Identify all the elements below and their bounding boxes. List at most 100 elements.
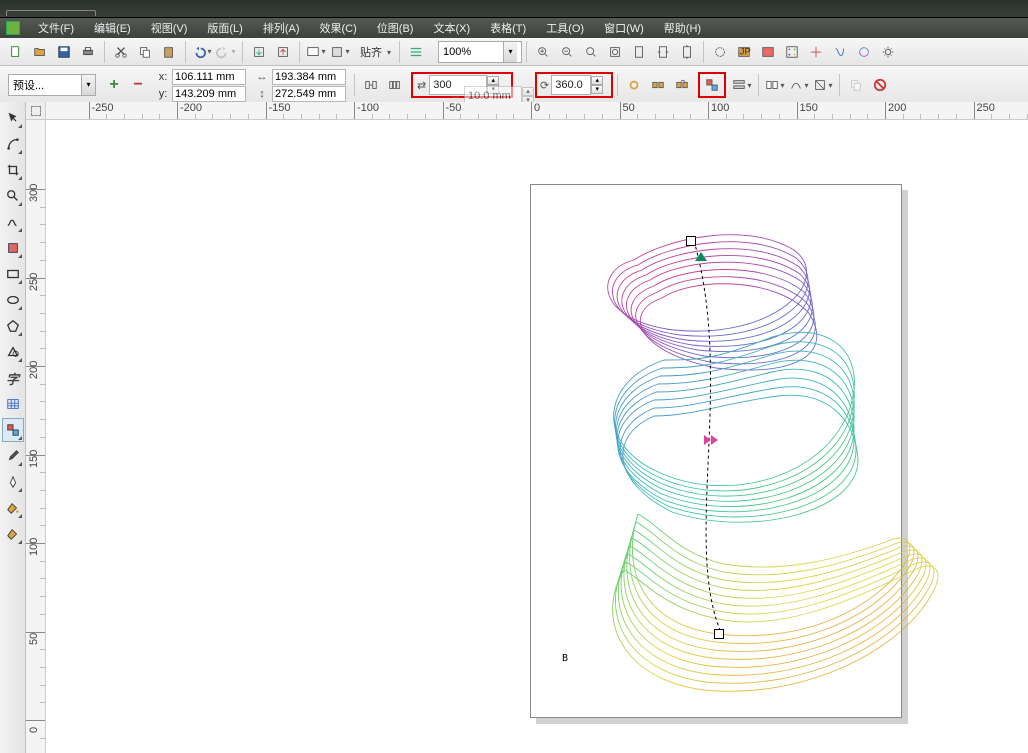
zoom-height-icon[interactable] (676, 41, 698, 63)
options-button[interactable] (405, 41, 427, 63)
menu-layout[interactable]: 版面(L) (197, 18, 252, 38)
angle-input[interactable] (551, 75, 591, 95)
undo-button[interactable] (191, 41, 213, 63)
export-button[interactable] (272, 41, 294, 63)
snap-toggle-icon[interactable] (781, 41, 803, 63)
color-accel-marker[interactable] (704, 435, 716, 445)
separator (399, 41, 400, 63)
interactive-fill-tool[interactable] (2, 522, 24, 546)
zoom-tool[interactable] (2, 184, 24, 208)
node-label: B (562, 653, 568, 664)
angle-down[interactable]: ▾ (591, 85, 603, 94)
steps-up[interactable]: ▴ (487, 76, 499, 85)
object-color-accel-button[interactable] (701, 74, 723, 96)
eyedropper-tool[interactable] (2, 444, 24, 468)
preset-combo[interactable]: ▾ (8, 74, 96, 96)
menu-view[interactable]: 视图(V) (141, 18, 198, 38)
zoom-page-icon[interactable] (628, 41, 650, 63)
width-input[interactable] (272, 69, 346, 85)
ruler-horizontal[interactable]: -250-200-150-100-50050100150200250 (46, 102, 1028, 120)
preset-dropdown-button[interactable]: ▾ (81, 75, 95, 95)
redo-button[interactable] (215, 41, 237, 63)
menu-effects[interactable]: 效果(C) (310, 18, 367, 38)
menu-arrange[interactable]: 排列(A) (253, 18, 310, 38)
export-jpg-icon[interactable]: JPG (733, 41, 755, 63)
blend-end-handle[interactable] (714, 629, 724, 639)
remove-preset-button[interactable]: − (127, 74, 149, 96)
polygon-tool[interactable] (2, 314, 24, 338)
menu-edit[interactable]: 编辑(E) (84, 18, 141, 38)
color-wheel-icon[interactable] (853, 41, 875, 63)
add-preset-button[interactable]: + (103, 74, 125, 96)
print-button[interactable] (77, 41, 99, 63)
ruler-corner[interactable] (26, 102, 46, 120)
menu-help[interactable]: 帮助(H) (654, 18, 711, 38)
export-html-icon[interactable] (757, 41, 779, 63)
menu-window[interactable]: 窗口(W) (594, 18, 654, 38)
more-blend-button[interactable] (812, 74, 834, 96)
new-button[interactable] (5, 41, 27, 63)
basic-shapes-tool[interactable] (2, 340, 24, 364)
toolbox: 字 (0, 102, 26, 753)
clockwise-blend-button[interactable] (671, 74, 693, 96)
blend-artwork[interactable] (534, 210, 952, 740)
zoom-width-icon[interactable] (652, 41, 674, 63)
zoom-combo[interactable]: ▾ (438, 41, 522, 63)
alignment-guides-icon[interactable] (829, 41, 851, 63)
menu-tools[interactable]: 工具(O) (536, 18, 594, 38)
menu-text[interactable]: 文本(X) (423, 18, 480, 38)
angle-spinner[interactable]: ▴▾ (591, 76, 603, 94)
table-tool[interactable] (2, 392, 24, 416)
zoom-dropdown-button[interactable]: ▾ (503, 42, 517, 62)
menu-file[interactable]: 文件(F) (28, 18, 84, 38)
paste-button[interactable] (158, 41, 180, 63)
save-button[interactable] (53, 41, 75, 63)
zoom-input[interactable] (439, 46, 503, 58)
publish-pdf-button[interactable] (305, 41, 327, 63)
preset-input[interactable] (9, 79, 81, 91)
blend-steps-mode-button[interactable] (360, 74, 382, 96)
copy-button[interactable] (134, 41, 156, 63)
show-rulers-icon[interactable] (709, 41, 731, 63)
ellipse-tool[interactable] (2, 288, 24, 312)
x-input[interactable] (172, 69, 246, 85)
height-input[interactable] (272, 86, 346, 102)
rectangle-tool[interactable] (2, 262, 24, 286)
ruler-vertical[interactable]: 300250200150100500 (26, 120, 46, 753)
angle-up[interactable]: ▴ (591, 76, 603, 85)
clear-blend-button[interactable] (869, 74, 891, 96)
smart-fill-tool[interactable] (2, 236, 24, 260)
import-button[interactable] (248, 41, 270, 63)
canvas[interactable]: B (46, 120, 1028, 753)
zoom-in-icon[interactable] (532, 41, 554, 63)
y-input[interactable] (172, 86, 246, 102)
zoom-fit-icon[interactable] (604, 41, 626, 63)
open-button[interactable] (29, 41, 51, 63)
outline-pen-tool[interactable] (2, 470, 24, 494)
start-end-props-button[interactable] (764, 74, 786, 96)
crop-tool[interactable] (2, 158, 24, 182)
menu-table[interactable]: 表格(T) (480, 18, 536, 38)
copy-blend-button[interactable] (845, 74, 867, 96)
zoom-selection-icon[interactable] (580, 41, 602, 63)
blend-start-handle[interactable] (686, 236, 696, 246)
interactive-blend-tool[interactable] (2, 418, 24, 442)
pick-tool[interactable] (2, 106, 24, 130)
dynamic-guides-icon[interactable] (805, 41, 827, 63)
fill-tool[interactable] (2, 496, 24, 520)
accel-options-button[interactable] (731, 74, 753, 96)
loop-blend-button[interactable] (623, 74, 645, 96)
zoom-out-icon[interactable] (556, 41, 578, 63)
blend-spacing-mode-button[interactable] (384, 74, 406, 96)
snap-dropdown[interactable] (382, 44, 395, 60)
path-props-button[interactable] (788, 74, 810, 96)
shape-tool[interactable] (2, 132, 24, 156)
cut-button[interactable] (110, 41, 132, 63)
object-accel-marker[interactable] (695, 251, 707, 261)
direct-blend-button[interactable] (647, 74, 669, 96)
options-gear-icon[interactable] (877, 41, 899, 63)
app-launcher-button[interactable] (329, 41, 351, 63)
text-tool[interactable]: 字 (2, 366, 24, 390)
freehand-tool[interactable] (2, 210, 24, 234)
menu-bitmap[interactable]: 位图(B) (367, 18, 424, 38)
